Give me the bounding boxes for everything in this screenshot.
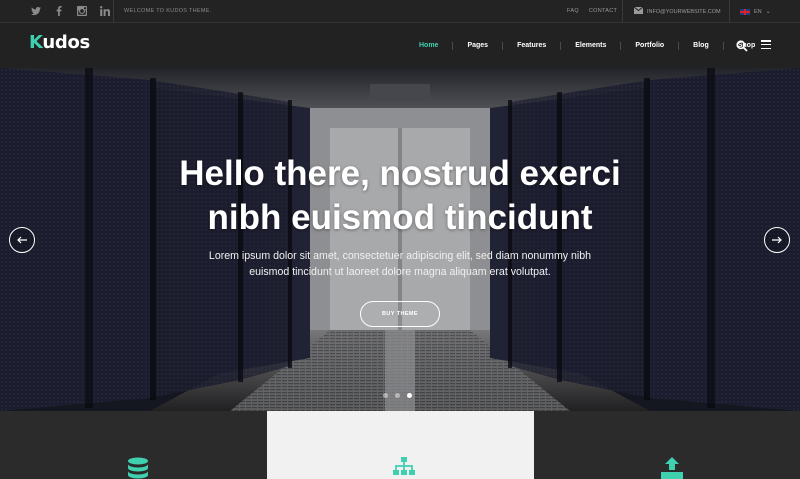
- menu-item-portfolio[interactable]: Portfolio: [620, 42, 678, 50]
- email-link[interactable]: INFO@YOURWEBSITE.COM: [622, 0, 721, 23]
- buy-theme-button[interactable]: BUY THEME: [360, 301, 440, 327]
- menu-item-home[interactable]: Home: [405, 42, 452, 50]
- slider-dots: [383, 393, 412, 398]
- main-menu: Home Pages Features Elements Portfolio B…: [405, 24, 769, 68]
- feature-box-2: [267, 411, 534, 479]
- menu-item-pages[interactable]: Pages: [452, 42, 502, 50]
- hero-subtitle-line1: Lorem ipsum dolor sit amet, consectetuer…: [208, 250, 592, 262]
- language-selector[interactable]: EN ⌄: [729, 0, 771, 23]
- faq-link[interactable]: FAQ: [567, 0, 579, 23]
- contact-link[interactable]: CONTACT: [589, 0, 617, 23]
- feature-box-3: [534, 411, 800, 479]
- feature-strip: [0, 411, 800, 479]
- menu-item-features[interactable]: Features: [502, 42, 560, 50]
- hero-title-line1: Hello there, nostrud exerci: [179, 154, 621, 193]
- email-text: INFO@YOURWEBSITE.COM: [647, 8, 721, 15]
- welcome-text: WELCOME TO KUDOS THEME.: [113, 0, 212, 23]
- feature-box-1: [0, 411, 267, 479]
- hero-subtitle-line2: euismod tincidunt ut laoreet dolore magn…: [249, 266, 551, 278]
- sitemap-icon: [393, 457, 415, 475]
- language-label: EN: [754, 8, 762, 15]
- twitter-icon[interactable]: [30, 5, 41, 16]
- menu-item-blog[interactable]: Blog: [678, 42, 723, 50]
- chevron-down-icon: ⌄: [765, 9, 771, 15]
- uk-flag-icon: [740, 8, 750, 15]
- menu-icon[interactable]: [761, 40, 771, 49]
- search-icon[interactable]: [736, 39, 748, 52]
- instagram-icon[interactable]: [76, 5, 87, 16]
- hero-subtitle: Lorem ipsum dolor sit amet, consectetuer…: [180, 248, 620, 280]
- facebook-icon[interactable]: [53, 5, 64, 16]
- main-nav: Kudos Home Pages Features Elements Portf…: [0, 24, 800, 68]
- top-bar: WELCOME TO KUDOS THEME. FAQ CONTACT INFO…: [0, 0, 800, 23]
- menu-item-elements[interactable]: Elements: [560, 42, 620, 50]
- arrow-left-icon: [17, 236, 27, 244]
- social-links: [30, 5, 110, 16]
- slider-dot[interactable]: [383, 393, 388, 398]
- slider-dot-active[interactable]: [407, 393, 412, 398]
- upload-icon: [661, 457, 683, 479]
- mail-icon: [633, 6, 644, 16]
- arrow-right-icon: [772, 236, 782, 244]
- linkedin-icon[interactable]: [99, 5, 110, 16]
- site-logo[interactable]: Kudos: [29, 32, 90, 53]
- top-links: FAQ CONTACT: [567, 0, 617, 23]
- slider-dot[interactable]: [395, 393, 400, 398]
- slider-prev-button[interactable]: [9, 227, 35, 253]
- hero-title: Hello there, nostrud exerci nibh euismod…: [0, 152, 800, 240]
- hero-slider: Hello there, nostrud exerci nibh euismod…: [0, 68, 800, 411]
- database-icon: [128, 457, 148, 479]
- slider-next-button[interactable]: [764, 227, 790, 253]
- hero-title-line2: nibh euismod tincidunt: [207, 198, 593, 237]
